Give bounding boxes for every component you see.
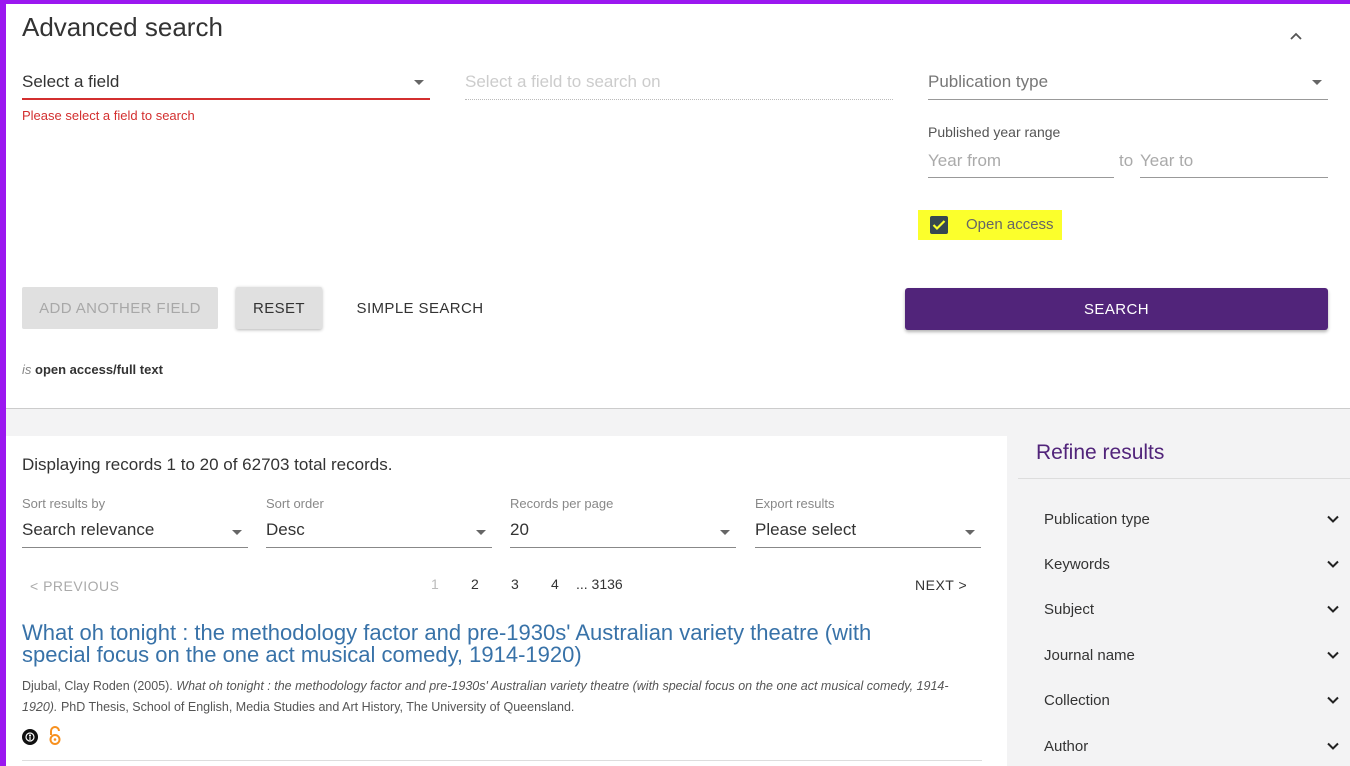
next-page-button[interactable]: NEXT > (915, 577, 967, 593)
export-label: Export results (755, 496, 835, 511)
publication-type-placeholder: Publication type (928, 72, 1049, 91)
creative-commons-glyph (25, 732, 35, 742)
chevron-down-icon (1327, 605, 1339, 613)
field-select[interactable]: Select a field (22, 64, 430, 100)
query-summary: is open access/full text (22, 362, 163, 377)
result-citation: Djubal, Clay Roden (2005). What oh tonig… (22, 676, 982, 718)
refine-results-title: Refine results (1036, 441, 1165, 464)
year-to-separator: to (1119, 151, 1134, 170)
open-access-label[interactable]: Open access (966, 216, 1054, 233)
dropdown-caret-icon (232, 530, 242, 535)
chevron-down-icon (1327, 515, 1339, 523)
reset-button[interactable]: RESET (236, 287, 322, 329)
year-from-input[interactable]: Year from (928, 142, 1114, 178)
export-select[interactable]: Please select (755, 512, 981, 548)
sort-by-value: Search relevance (22, 520, 155, 539)
page-title: Advanced search (22, 12, 223, 42)
search-button[interactable]: SEARCH (905, 288, 1328, 330)
facet-label: Publication type (1044, 511, 1150, 528)
dropdown-caret-icon (1312, 80, 1322, 85)
year-from-placeholder: Year from (928, 151, 1002, 170)
publication-type-select[interactable]: Publication type (928, 64, 1328, 100)
dropdown-caret-icon (965, 530, 975, 535)
chevron-down-icon (1327, 696, 1339, 704)
dropdown-caret-icon (720, 530, 730, 535)
sort-by-select[interactable]: Search relevance (22, 512, 248, 548)
facet-label: Subject (1044, 601, 1095, 618)
facet-publication-type[interactable]: Publication type (1044, 508, 1340, 532)
chevron-down-icon (1327, 560, 1339, 568)
creative-commons-icon[interactable] (22, 729, 38, 745)
per-page-label: Records per page (510, 496, 614, 511)
facet-label: Keywords (1044, 556, 1110, 573)
dropdown-caret-icon (414, 80, 424, 85)
page-2-button[interactable]: 2 (471, 576, 479, 592)
facet-journal-name[interactable]: Journal name (1044, 644, 1340, 668)
page-1-button[interactable]: 1 (431, 576, 439, 592)
collapse-button[interactable] (1286, 26, 1306, 46)
sort-order-label: Sort order (266, 496, 324, 511)
result-separator (22, 760, 982, 761)
open-access-lock-icon[interactable] (48, 726, 62, 746)
refine-panel (1018, 424, 1350, 766)
year-to-input[interactable]: Year to (1140, 142, 1328, 178)
chevron-up-icon (1290, 32, 1302, 40)
sort-order-value: Desc (266, 520, 305, 539)
sort-by-label: Sort results by (22, 496, 106, 511)
search-on-input[interactable]: Select a field to search on (465, 64, 893, 100)
records-count: Displaying records 1 to 20 of 62703 tota… (22, 455, 393, 474)
field-select-value: Select a field (22, 72, 120, 91)
page-3-button[interactable]: 3 (511, 576, 519, 592)
per-page-select[interactable]: 20 (510, 512, 736, 548)
add-another-field-button[interactable]: ADD ANOTHER FIELD (22, 287, 218, 329)
facet-label: Collection (1044, 692, 1110, 709)
year-range-label: Published year range (928, 124, 1061, 140)
query-summary-value: open access/full text (35, 362, 163, 377)
sort-order-select[interactable]: Desc (266, 512, 492, 548)
chevron-down-icon (1327, 742, 1339, 750)
refine-divider (1018, 478, 1350, 479)
result-title-link[interactable]: What oh tonight : the methodology factor… (22, 622, 942, 666)
checkbox-checked-icon (932, 220, 946, 231)
facet-author[interactable]: Author (1044, 735, 1340, 759)
export-value: Please select (755, 520, 857, 539)
facet-label: Author (1044, 738, 1089, 755)
chevron-down-icon (1327, 651, 1339, 659)
page-last-button[interactable]: ... 3136 (576, 576, 623, 592)
year-to-placeholder: Year to (1140, 151, 1194, 170)
page-4-button[interactable]: 4 (551, 576, 559, 592)
result-publication-info: PhD Thesis, School of English, Media Stu… (60, 700, 575, 714)
field-error-text: Please select a field to search (22, 108, 195, 123)
per-page-value: 20 (510, 520, 529, 539)
facet-collection[interactable]: Collection (1044, 689, 1340, 713)
dropdown-caret-icon (476, 530, 486, 535)
query-summary-prefix: is (22, 362, 32, 377)
simple-search-button[interactable]: SIMPLE SEARCH (340, 287, 500, 329)
previous-page-button[interactable]: < PREVIOUS (30, 578, 119, 594)
facet-label: Journal name (1044, 647, 1135, 664)
facet-keywords[interactable]: Keywords (1044, 553, 1340, 577)
result-authors-year: Djubal, Clay Roden (2005). (22, 679, 173, 693)
search-on-placeholder: Select a field to search on (465, 72, 661, 91)
facet-subject[interactable]: Subject (1044, 598, 1340, 622)
open-access-checkbox[interactable] (930, 216, 948, 234)
